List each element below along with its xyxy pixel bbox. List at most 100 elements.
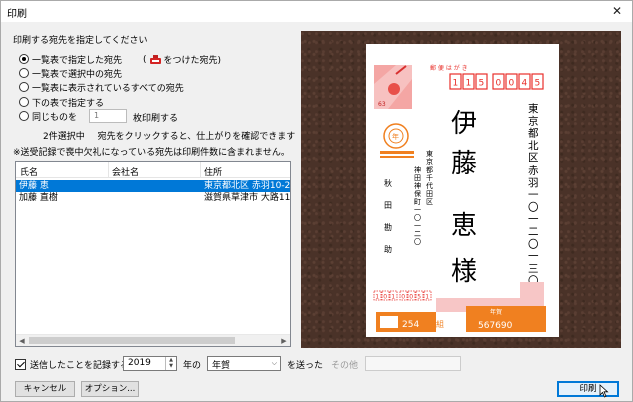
- sender-postal-digit: 0: [409, 294, 413, 301]
- spinner-buttons[interactable]: ▲ ▼: [165, 357, 176, 370]
- radio-label: 一覧表に表示されているすべての宛先: [32, 83, 184, 94]
- column-divider[interactable]: [200, 162, 201, 178]
- postal-digit: 1: [466, 79, 472, 89]
- sender-address-char: 京: [426, 157, 433, 166]
- close-icon[interactable]: ✕: [602, 1, 632, 22]
- address-char: 一: [528, 214, 539, 226]
- address-char: 東: [528, 102, 539, 115]
- postal-digit: 0: [509, 79, 515, 89]
- selection-info: 2件選択中 宛先をクリックすると、仕上がりを確認できます: [43, 129, 295, 142]
- type-select[interactable]: 年賀 ⌵: [207, 356, 281, 371]
- postcard-preview: 63 郵 便 は が き 1150045 東京都北区赤羽一〇一二〇一三〇四 伊 …: [366, 44, 559, 337]
- column-header-name[interactable]: 氏名: [20, 165, 38, 178]
- radio-list-specified[interactable]: 一覧表で指定した宛先: [19, 52, 122, 66]
- sender-postal-digit: 0: [401, 294, 405, 301]
- column-divider[interactable]: [108, 162, 109, 178]
- target-section-label: 印刷する宛先を指定してください: [13, 36, 148, 46]
- record-checkbox[interactable]: [15, 358, 26, 370]
- sender-address-char: 二: [414, 230, 421, 238]
- sender-address-char: 東: [426, 149, 433, 158]
- address-char: 〇: [528, 201, 539, 213]
- radio-same-copies[interactable]: 同じものを: [19, 109, 77, 123]
- recipient-name-char: 伊: [451, 109, 477, 139]
- postal-digit: 1: [453, 79, 459, 89]
- spin-down-icon[interactable]: ▼: [166, 363, 176, 369]
- sender-postal-digit: 0: [383, 294, 387, 301]
- sender-name-char: 勘: [384, 223, 392, 232]
- other-label: その他: [331, 360, 359, 371]
- address-char: 一: [528, 189, 539, 201]
- sender-address-char: 〇: [414, 214, 421, 222]
- cancel-button[interactable]: キャンセル: [15, 381, 75, 397]
- radio-button[interactable]: [19, 54, 29, 64]
- sender-postal-digit: 1: [375, 294, 379, 301]
- recipient-name-char: 恵: [451, 211, 477, 241]
- recipient-name-char: 藤: [451, 149, 477, 179]
- postmark-bar: [380, 151, 414, 154]
- sender-postal-digit: 1: [425, 294, 429, 301]
- cell-address: 滋賀県草津市 大路11: [204, 193, 291, 203]
- postal-code-boxes: 1150045: [449, 73, 544, 90]
- sender-address-char: 千: [426, 173, 433, 182]
- radio-list-all[interactable]: 一覧表に表示されているすべての宛先: [19, 80, 184, 94]
- recipient-address: 東京都北区赤羽一〇一二〇一三〇四: [528, 102, 539, 300]
- radio-table-below[interactable]: 下の表で指定する: [19, 95, 104, 109]
- copies-suffix: 枚印刷する: [133, 114, 179, 124]
- address-char: 〇: [528, 238, 539, 250]
- table-row[interactable]: 伊藤 恵 東京都北区 赤羽10-2: [16, 180, 290, 192]
- year-value: 2019: [128, 358, 151, 368]
- address-char: 羽: [528, 177, 539, 189]
- radio-button[interactable]: [19, 68, 29, 78]
- table-row[interactable]: 加藤 直樹 滋賀県草津市 大路11: [16, 192, 290, 204]
- radio-button[interactable]: [19, 111, 29, 121]
- lottery-unit: 組: [436, 319, 444, 329]
- record-option[interactable]: 送信したことを記録する: [15, 356, 129, 372]
- record-label: 送信したことを記録する: [30, 360, 130, 371]
- address-char: 区: [528, 152, 539, 164]
- sender-address-char: 町: [414, 198, 421, 206]
- horizontal-scrollbar[interactable]: ◀ ▶: [16, 334, 290, 346]
- column-header-company[interactable]: 会社名: [112, 165, 139, 178]
- lottery-right-number: 567690: [478, 321, 513, 331]
- radio-list-selected[interactable]: 一覧表で選択中の宛先: [19, 66, 122, 80]
- scroll-right-icon[interactable]: ▶: [278, 335, 290, 346]
- lottery-mark: 年賀: [490, 308, 502, 316]
- scroll-left-icon[interactable]: ◀: [16, 335, 28, 346]
- scroll-thumb[interactable]: [29, 337, 235, 344]
- sender-name-char: 田: [384, 201, 392, 210]
- destination-table[interactable]: 氏名 会社名 住所 伊藤 恵 東京都北区 赤羽10-2 加藤 直樹 滋賀県草津市…: [15, 161, 291, 347]
- sender-address-char: 神: [414, 165, 421, 174]
- copies-input[interactable]: 1: [89, 109, 127, 123]
- year-spinner[interactable]: 2019 ▲ ▼: [123, 356, 177, 371]
- postal-digit: 5: [535, 79, 541, 89]
- sender-postal-boxes: 1010051: [373, 290, 432, 301]
- mourning-note: ※送受記録で喪中欠礼になっている宛先は印刷件数に含まれません。: [13, 148, 290, 158]
- print-dialog: 印刷 ✕ 印刷する宛先を指定してください 一覧表で指定した宛先 ( をつけた宛先…: [0, 0, 633, 402]
- sender-name: 秋田勘助: [384, 178, 392, 254]
- radio-label: 一覧表で指定した宛先: [32, 55, 123, 66]
- printer-stamp-icon: [149, 55, 161, 64]
- postal-digit: 5: [479, 79, 485, 89]
- address-char: 都: [528, 128, 539, 140]
- title-bar: 印刷 ✕: [1, 1, 632, 22]
- column-header-address[interactable]: 住所: [204, 165, 222, 178]
- sender-address-char: 区: [426, 198, 433, 206]
- sender-address-char: 〇: [414, 238, 421, 246]
- recipient-honorific: 様: [451, 257, 477, 287]
- print-button[interactable]: 印刷: [557, 381, 619, 397]
- options-button[interactable]: オプション...: [81, 381, 139, 397]
- radio-button[interactable]: [19, 97, 29, 107]
- radio-button[interactable]: [19, 82, 29, 92]
- sender-address-char: 都: [426, 166, 433, 174]
- year-suffix: 年の: [183, 360, 202, 371]
- postal-digit: 0: [496, 79, 502, 89]
- sender-address: 東京都千代田区神田神保町一〇一二〇: [414, 149, 433, 246]
- sender-name-char: 秋: [384, 178, 392, 188]
- cell-name: 伊藤 恵: [19, 181, 49, 191]
- mouse-cursor-icon: [599, 384, 609, 398]
- other-input: [365, 356, 461, 371]
- radio-label: 同じものを: [32, 112, 78, 123]
- marked-destinations-note: ( をつけた宛先): [143, 54, 222, 67]
- sender-address-char: 代: [426, 181, 433, 190]
- sender-postal-digit: 1: [391, 294, 395, 301]
